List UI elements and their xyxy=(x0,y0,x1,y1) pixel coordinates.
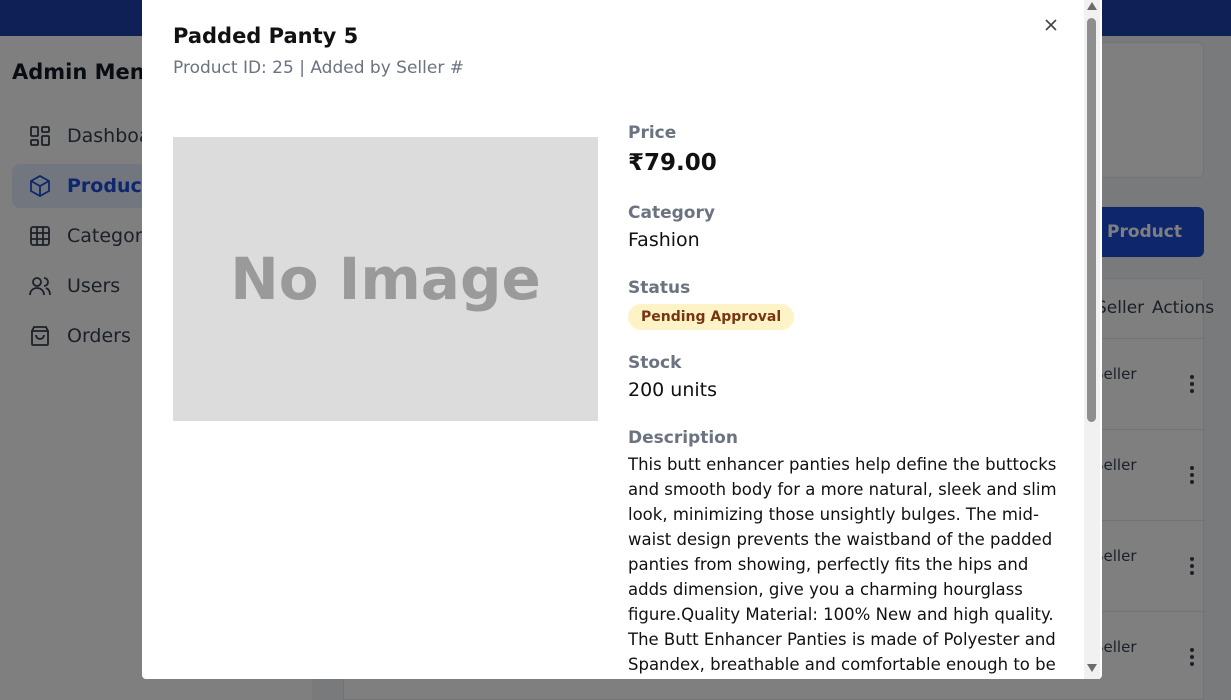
status-label: Status xyxy=(628,278,691,298)
modal-title: Padded Panty 5 xyxy=(173,24,359,48)
close-icon xyxy=(1045,19,1057,31)
category-value: Fashion xyxy=(628,229,700,251)
price-value: ₹79.00 xyxy=(628,150,717,176)
close-button[interactable] xyxy=(1040,14,1062,36)
scroll-up-arrow-icon[interactable] xyxy=(1086,0,1098,12)
scroll-down-arrow-icon[interactable] xyxy=(1086,662,1098,674)
modal-subtitle: Product ID: 25 | Added by Seller # xyxy=(173,58,464,78)
price-label: Price xyxy=(628,123,677,143)
product-details-modal: Padded Panty 5 Product ID: 25 | Added by… xyxy=(142,0,1102,679)
stock-value: 200 units xyxy=(628,379,718,401)
description-label: Description xyxy=(628,428,738,448)
status-badge: Pending Approval xyxy=(628,304,795,330)
description-text: This butt enhancer panties help define t… xyxy=(628,455,1057,674)
category-label: Category xyxy=(628,203,715,223)
product-image-placeholder: No Image xyxy=(173,137,598,421)
no-image-text: No Image xyxy=(230,245,541,313)
stock-label: Stock xyxy=(628,353,682,373)
scrollbar-thumb[interactable] xyxy=(1087,18,1096,422)
